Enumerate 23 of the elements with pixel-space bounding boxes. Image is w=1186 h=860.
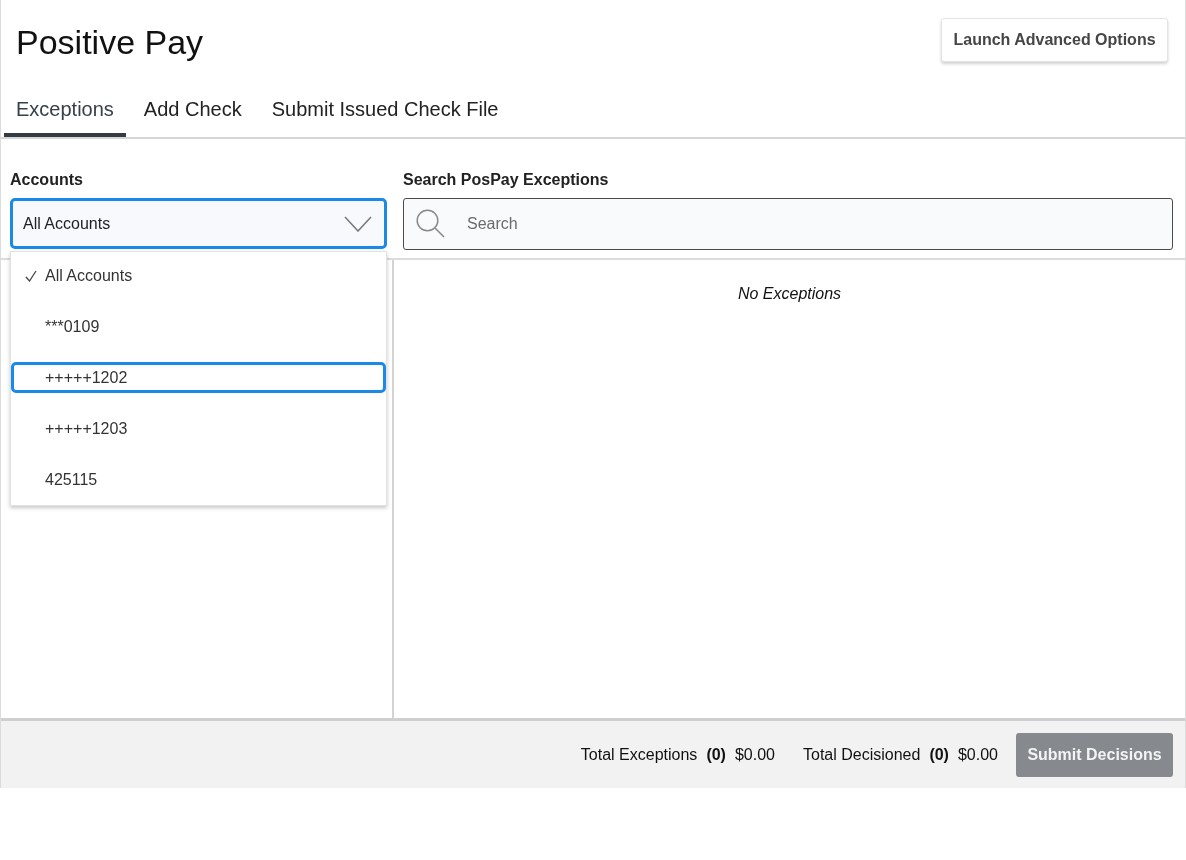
total-amount: $0.00 bbox=[957, 744, 998, 765]
field-label: Search PosPay Exceptions bbox=[403, 170, 609, 190]
account-select[interactable]: All Accounts bbox=[10, 198, 387, 249]
total-label: Total Exceptions bbox=[580, 744, 698, 765]
dropdown-option[interactable]: ***0109 bbox=[11, 311, 386, 342]
search-field[interactable]: Search bbox=[403, 198, 1173, 250]
tab[interactable]: Exceptions bbox=[4, 80, 126, 137]
tab[interactable]: Submit Issued Check File bbox=[259, 80, 511, 137]
total-label: Total Decisioned bbox=[803, 744, 921, 765]
chevron-down-icon bbox=[344, 215, 372, 232]
dropdown-option[interactable]: +++++1203 bbox=[11, 413, 386, 444]
total-count: (0) bbox=[929, 744, 949, 765]
tab[interactable]: Add Check bbox=[131, 80, 254, 137]
empty-message: No Exceptions bbox=[737, 284, 842, 304]
dropdown-option[interactable]: +++++1202 bbox=[11, 362, 386, 393]
page-title: Positive Pay bbox=[16, 22, 204, 63]
dropdown-option[interactable]: 425115 bbox=[11, 464, 386, 495]
dropdown-option[interactable]: All Accounts bbox=[11, 260, 386, 291]
search-icon bbox=[416, 209, 445, 238]
launch-options-button[interactable]: Launch Advanced Options bbox=[941, 18, 1168, 62]
field-label: Accounts bbox=[10, 170, 83, 190]
total-amount: $0.00 bbox=[734, 744, 775, 765]
total-count: (0) bbox=[706, 744, 726, 765]
